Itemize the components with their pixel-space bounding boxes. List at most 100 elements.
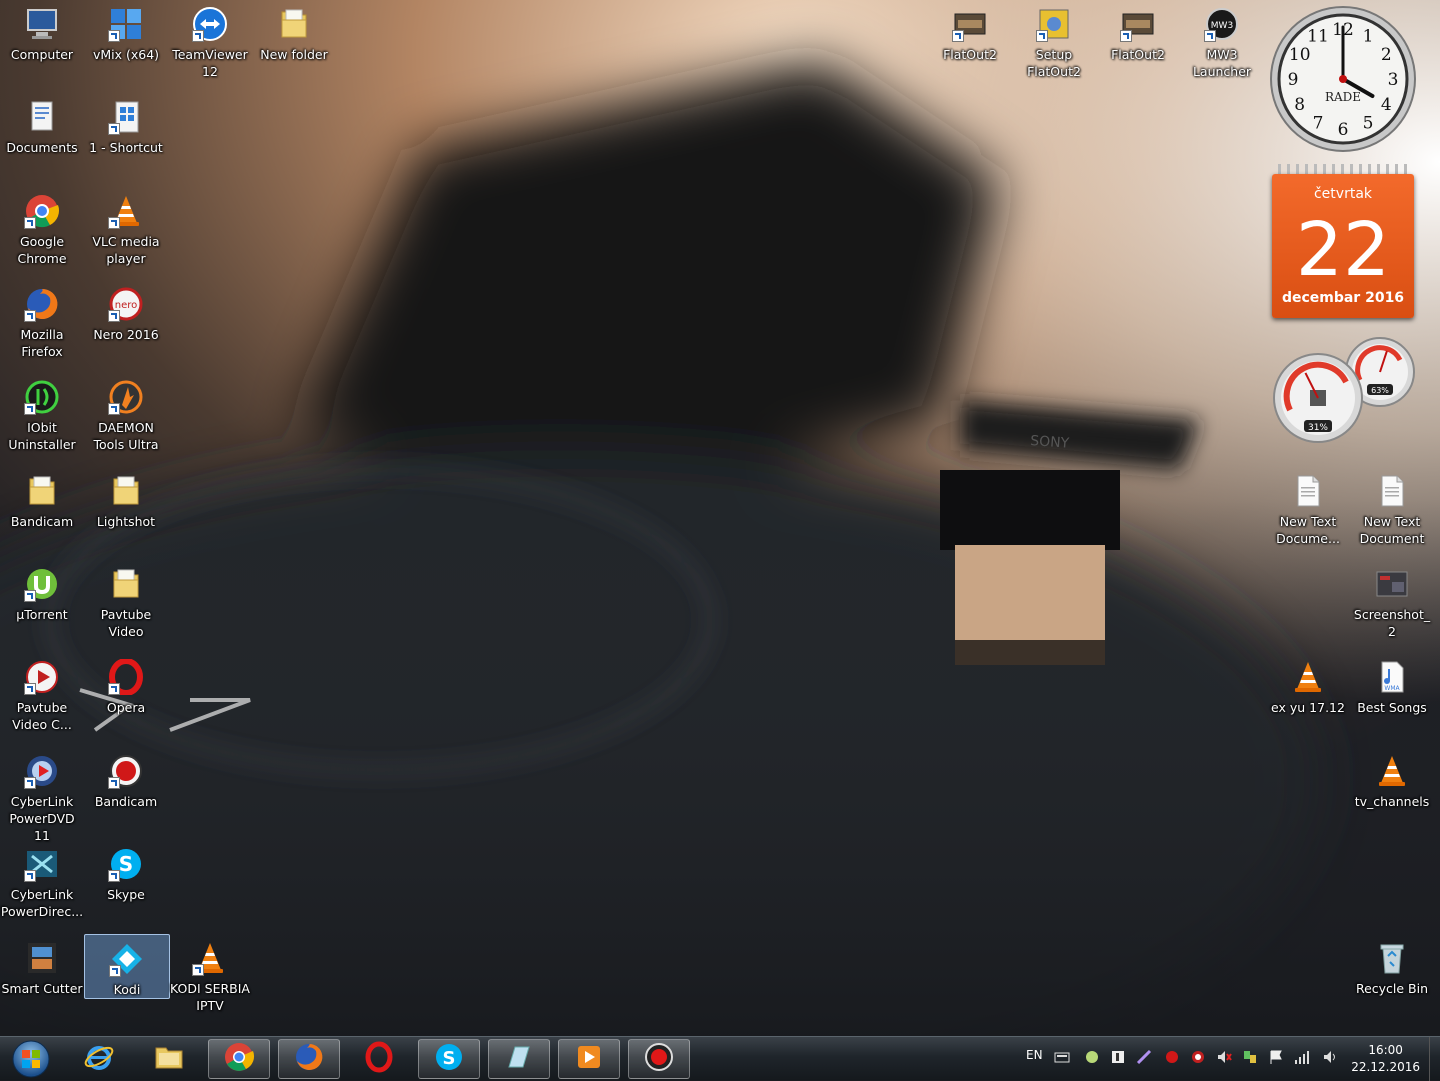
taskbar-button-explorer-folder[interactable] xyxy=(138,1039,200,1079)
desktop-icon-label: Skype xyxy=(107,887,145,902)
shortcut-arrow-icon xyxy=(24,870,36,882)
desktop-icon-documents[interactable]: Documents xyxy=(0,93,84,156)
shortcut-arrow-icon xyxy=(192,30,204,42)
desktop-icon-kodi-serbia[interactable]: KODI SERBIA IPTV xyxy=(168,934,252,1014)
desktop-icon-skype[interactable]: S Skype xyxy=(84,840,168,903)
desktop-icon-setup-flatout2[interactable]: Setup FlatOut2 xyxy=(1012,0,1096,80)
feather-icon[interactable] xyxy=(1136,1049,1152,1065)
desktop-icon-utorrent[interactable]: µTorrent xyxy=(0,560,84,623)
shortcut-arrow-icon xyxy=(24,217,36,229)
antivirus-icon[interactable] xyxy=(1190,1049,1206,1065)
desktop-icon-bandicam-1[interactable]: Bandicam xyxy=(0,467,84,530)
kodi-icon xyxy=(109,941,145,977)
desktop-icon-new-folder[interactable]: New folder xyxy=(252,0,336,63)
desktop-icon-nero[interactable]: nero Nero 2016 xyxy=(84,280,168,343)
desktop-icon-label: New Text Docume... xyxy=(1276,514,1340,546)
desktop-icon-pavtube-video-c[interactable]: Pavtube Video C... xyxy=(0,653,84,733)
desktop-icon-shortcut-1[interactable]: 1 - Shortcut xyxy=(84,93,168,156)
desktop-icon-exyu[interactable]: ex yu 17.12 xyxy=(1266,653,1350,716)
taskbar-button-skype[interactable]: S xyxy=(418,1039,480,1079)
desktop-icon-flatout2-a[interactable]: FlatOut2 xyxy=(928,0,1012,63)
desktop-icon-vmix[interactable]: vMix (x64) xyxy=(84,0,168,63)
image-file-icon xyxy=(1374,566,1410,602)
desktop-icon-vlc[interactable]: VLC media player xyxy=(84,187,168,267)
lightshot-tray-icon[interactable] xyxy=(1110,1049,1126,1065)
desktop-icon-kodi[interactable]: Kodi xyxy=(84,934,170,999)
desktop-icon-label: Lightshot xyxy=(96,514,156,529)
desktop-icon-google-chrome[interactable]: Google Chrome xyxy=(0,187,84,267)
desktop-icon-label: Mozilla Firefox xyxy=(20,327,64,359)
taskbar-date: 22.12.2016 xyxy=(1351,1060,1420,1074)
taskbar-button-media-player[interactable] xyxy=(558,1039,620,1079)
folder-icon xyxy=(108,473,144,509)
desktop-icon-recycle-bin[interactable]: Recycle Bin xyxy=(1350,934,1434,997)
taskbar-button-internet-explorer[interactable] xyxy=(68,1039,130,1079)
desktop-icon-new-text-2[interactable]: New Text Document xyxy=(1350,467,1434,547)
taskbar-button-chrome[interactable] xyxy=(208,1039,270,1079)
desktop-icon-label: FlatOut2 xyxy=(943,47,997,62)
desktop-icon-tv-channels[interactable]: tv_channels xyxy=(1350,747,1434,810)
volume-icon[interactable] xyxy=(1322,1049,1338,1065)
record-tray-icon[interactable] xyxy=(1164,1049,1180,1065)
svg-text:SONY: SONY xyxy=(1030,433,1070,452)
desktop-icon-label: tv_channels xyxy=(1354,794,1430,809)
recycle-bin-icon xyxy=(1374,940,1410,976)
desktop-icon-new-text-1[interactable]: New Text Docume... xyxy=(1266,467,1350,547)
desktop-icon-label: FlatOut2 xyxy=(1111,47,1165,62)
desktop-icon-mw3[interactable]: MW3 MW3 Launcher xyxy=(1180,0,1264,80)
language-indicator[interactable]: EN xyxy=(1026,1048,1043,1062)
taskbar-button-screen-tool[interactable] xyxy=(488,1039,550,1079)
shortcut-arrow-icon xyxy=(1204,30,1216,42)
desktop-icon-smart-cutter[interactable]: Smart Cutter xyxy=(0,934,84,997)
flatout-icon xyxy=(1120,6,1156,42)
shortcut-arrow-icon xyxy=(108,870,120,882)
taskbar-button-record[interactable] xyxy=(628,1039,690,1079)
taskbar-clock[interactable]: 16:00 22.12.2016 xyxy=(1351,1042,1420,1076)
tray-app-icon[interactable] xyxy=(1084,1049,1100,1065)
text-file-icon xyxy=(1374,473,1410,509)
keyboard-icon[interactable] xyxy=(1054,1049,1070,1065)
skype-icon: S xyxy=(433,1041,465,1077)
start-button[interactable] xyxy=(4,1038,58,1080)
clock-gadget[interactable]: 121234567891011 RADE xyxy=(1268,4,1418,154)
desktop-icon-firefox[interactable]: Mozilla Firefox xyxy=(0,280,84,360)
desktop-icon-label: IObit Uninstaller xyxy=(8,420,76,452)
taskbar-button-firefox[interactable] xyxy=(278,1039,340,1079)
desktop-icon-iobit[interactable]: IObit Uninstaller xyxy=(0,373,84,453)
network-security-icon[interactable] xyxy=(1242,1049,1258,1065)
shortcut-arrow-icon xyxy=(108,777,120,789)
desktop-icon-label: VLC media player xyxy=(92,234,160,266)
desktop-icon-label: Pavtube Video C... xyxy=(12,700,72,732)
desktop-icon-label: CyberLink PowerDVD 11 xyxy=(9,794,75,843)
desktop-icon-daemon[interactable]: DAEMON Tools Ultra xyxy=(84,373,168,453)
computer-icon xyxy=(24,6,60,42)
setup-icon xyxy=(1036,6,1072,42)
clock-number: 6 xyxy=(1338,120,1349,140)
shortcut-arrow-icon xyxy=(24,777,36,789)
action-center-flag-icon[interactable] xyxy=(1268,1049,1284,1065)
signal-bars-icon[interactable] xyxy=(1294,1049,1310,1065)
vmix-icon xyxy=(108,6,144,42)
shortcut-arrow-icon xyxy=(24,403,36,415)
desktop-icon-screenshot2[interactable]: Screenshot_2 xyxy=(1350,560,1434,640)
desktop-icon-flatout2-b[interactable]: FlatOut2 xyxy=(1096,0,1180,63)
desktop-icon-powerdvd[interactable]: CyberLink PowerDVD 11 xyxy=(0,747,84,844)
desktop-icon-best-songs[interactable]: WMA Best Songs xyxy=(1350,653,1434,716)
desktop-icon-opera[interactable]: Opera xyxy=(84,653,168,716)
vlc-cone-icon xyxy=(1290,659,1326,695)
taskbar-button-opera[interactable] xyxy=(348,1039,410,1079)
calendar-gadget[interactable]: četvrtak 22 decembar 2016 xyxy=(1272,164,1414,318)
teamviewer-icon xyxy=(192,6,228,42)
desktop-icon-pavtube-video[interactable]: Pavtube Video xyxy=(84,560,168,640)
desktop-icon-powerdirector[interactable]: CyberLink PowerDirec... xyxy=(0,840,84,920)
desktop-icon-computer[interactable]: Computer xyxy=(0,0,84,63)
desktop-icon-label: CyberLink PowerDirec... xyxy=(0,887,84,919)
shortcut-arrow-icon xyxy=(108,123,120,135)
mw3-icon: MW3 xyxy=(1204,6,1240,42)
desktop-icon-lightshot[interactable]: Lightshot xyxy=(84,467,168,530)
show-desktop-button[interactable] xyxy=(1429,1037,1440,1081)
cpu-meter-gadget[interactable]: 31% 63% xyxy=(1268,336,1418,446)
speaker-muted-icon[interactable] xyxy=(1216,1049,1232,1065)
desktop-icon-bandicam-2[interactable]: Bandicam xyxy=(84,747,168,810)
desktop-icon-teamviewer[interactable]: TeamViewer 12 xyxy=(168,0,252,80)
